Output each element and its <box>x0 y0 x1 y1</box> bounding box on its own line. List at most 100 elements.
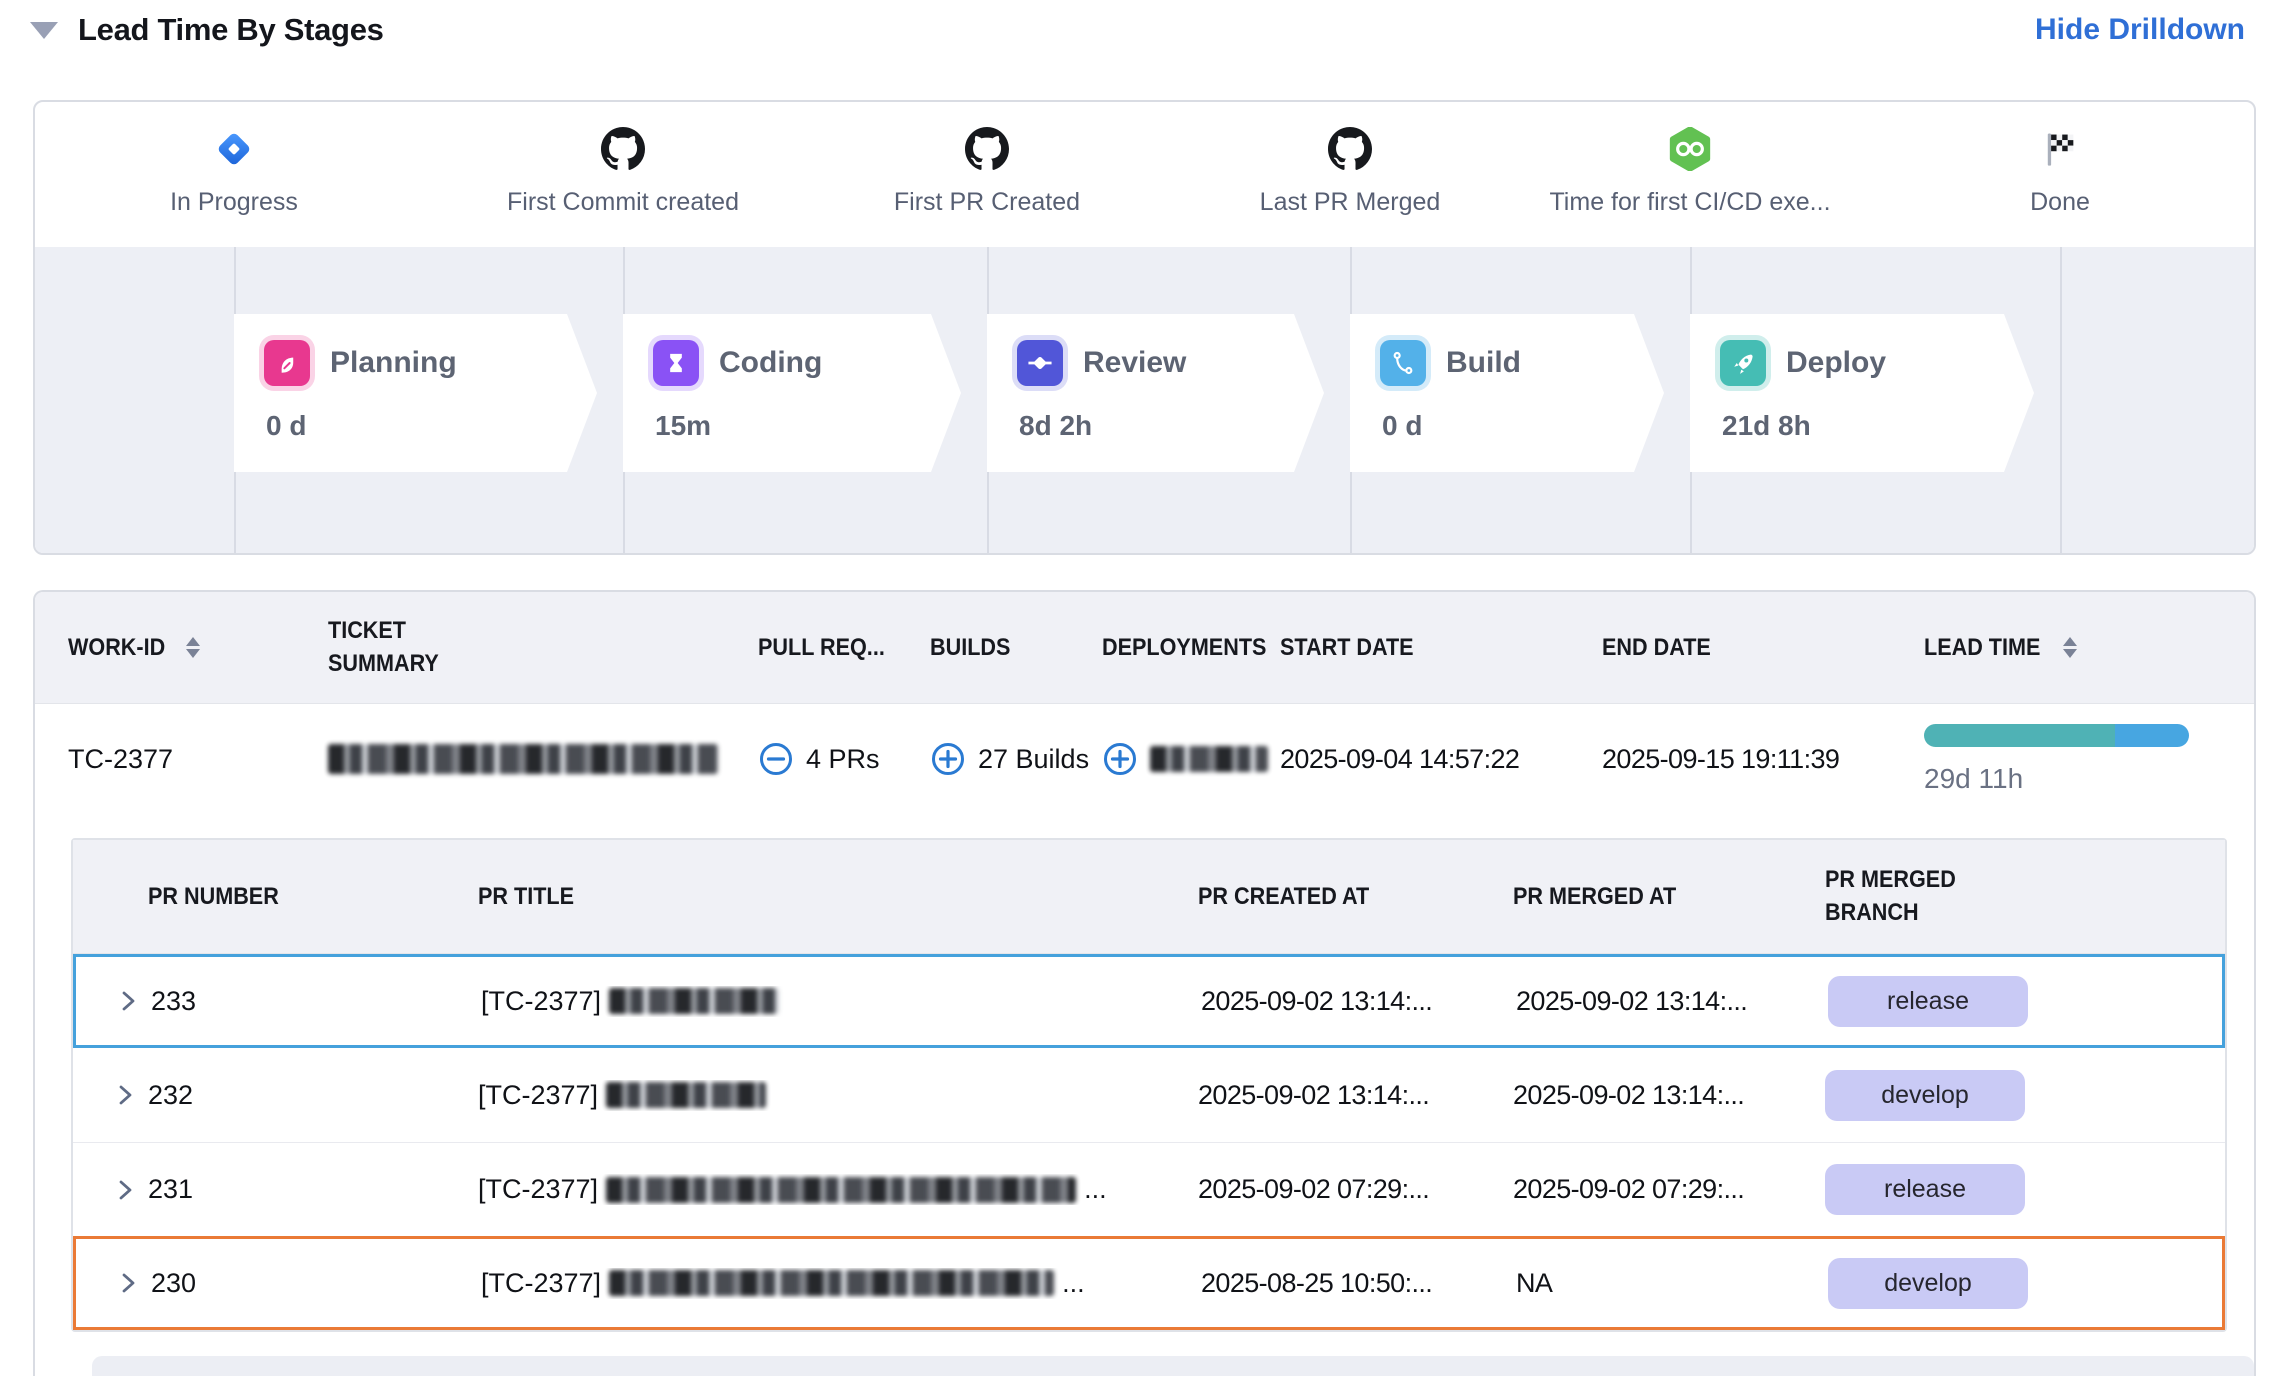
pr-merged-at: 2025-09-02 07:29:... <box>1513 1174 1825 1205</box>
col-start-date: START DATE <box>1280 634 1602 662</box>
build-icon <box>1380 340 1426 386</box>
builds-cell: 27 Builds <box>930 741 1102 777</box>
expand-pr-row-icon[interactable] <box>111 1176 139 1204</box>
expand-pr-row-icon[interactable] <box>114 1269 142 1297</box>
col-pr-number: PR NUMBER <box>148 883 478 911</box>
github-icon <box>600 126 646 172</box>
pr-number: 231 <box>148 1174 478 1205</box>
stage-duration: 8d 2h <box>987 410 1324 442</box>
lead-bar-blue-segment <box>2115 724 2189 747</box>
hide-drilldown-link[interactable]: Hide Drilldown <box>2035 13 2245 47</box>
milestone-done: Done <box>1880 126 2240 217</box>
lead-bar-teal-segment <box>1924 724 2115 747</box>
pr-row[interactable]: 233 [TC-2377] 2025-09-02 13:14:... 2025-… <box>73 954 2225 1048</box>
col-pr-created-at: PR CREATED AT <box>1198 883 1513 911</box>
pr-title: [TC-2377] ... <box>478 1174 1198 1205</box>
col-pr-merged-at: PR MERGED AT <box>1513 883 1825 911</box>
milestone-label: Done <box>2030 188 2090 217</box>
stage-duration: 0 d <box>1350 410 1664 442</box>
stage-card-deploy: Deploy 21d 8h <box>1690 314 2034 472</box>
redacted-pr-title <box>609 1270 1054 1296</box>
lead-time-drilldown-view: Lead Time By Stages Hide Drilldown In Pr… <box>0 0 2291 1376</box>
milestone-label: Last PR Merged <box>1260 188 1441 217</box>
sort-lead-time-icon[interactable] <box>2063 637 2077 658</box>
pr-created-at: 2025-08-25 10:50:... <box>1201 1268 1516 1299</box>
stage-card-build: Build 0 d <box>1350 314 1664 472</box>
milestone-label: First PR Created <box>894 188 1080 217</box>
branch-badge: release <box>1828 976 2028 1027</box>
expand-builds-icon[interactable] <box>930 741 966 777</box>
pr-row[interactable]: 231 [TC-2377] ... 2025-09-02 07:29:... 2… <box>73 1142 2225 1236</box>
col-ticket-summary: TICKET SUMMARY <box>328 615 758 680</box>
pr-row[interactable]: 230 [TC-2377] ... 2025-08-25 10:50:... N… <box>73 1236 2225 1330</box>
stage-name: Coding <box>719 346 822 380</box>
collapse-triangle-icon[interactable] <box>30 22 58 39</box>
stage-name: Review <box>1083 346 1186 380</box>
pr-count: 4 PRs <box>806 744 880 775</box>
end-date-cell: 2025-09-15 19:11:39 <box>1602 744 1924 775</box>
redacted-pr-title <box>606 1082 766 1108</box>
pull-requests-cell: 4 PRs <box>758 741 930 777</box>
planning-icon <box>264 340 310 386</box>
milestone-last-pr-merged: Last PR Merged <box>1170 126 1530 217</box>
pr-title: [TC-2377] <box>481 986 1201 1017</box>
pr-title: [TC-2377] ... <box>481 1268 1201 1299</box>
work-id-cell: TC-2377 <box>68 744 328 775</box>
stage-duration: 15m <box>623 410 961 442</box>
pr-number: 232 <box>148 1080 478 1111</box>
pr-drilldown-table: PR NUMBER PR TITLE PR CREATED AT PR MERG… <box>71 838 2227 1332</box>
stage-duration: 21d 8h <box>1690 410 2034 442</box>
work-item-row[interactable]: TC-2377 4 PRs 27 Builds <box>35 704 2254 814</box>
pr-created-at: 2025-09-02 07:29:... <box>1198 1174 1513 1205</box>
github-icon <box>964 126 1010 172</box>
col-pr-merged-branch: PR MERGED BRANCH <box>1825 864 2225 929</box>
milestone-label: In Progress <box>170 188 298 217</box>
stage-card-planning: Planning 0 d <box>234 314 597 472</box>
milestone-first-commit: First Commit created <box>443 126 803 217</box>
checkered-flag-icon <box>2037 126 2083 172</box>
cicd-icon <box>1667 126 1713 172</box>
branch-badge: develop <box>1828 1258 2028 1309</box>
coding-icon <box>653 340 699 386</box>
milestone-label: Time for first CI/CD exe... <box>1549 188 1830 217</box>
start-date-cell: 2025-09-04 14:57:22 <box>1280 744 1602 775</box>
stage-name: Planning <box>330 346 457 380</box>
expand-deployments-icon[interactable] <box>1102 741 1138 777</box>
redacted-ticket-summary <box>328 744 718 774</box>
pr-table-header: PR NUMBER PR TITLE PR CREATED AT PR MERG… <box>73 840 2225 954</box>
pr-merged-at: NA <box>1516 1268 1828 1299</box>
collapse-prs-icon[interactable] <box>758 741 794 777</box>
redacted-pr-title <box>606 1177 1076 1203</box>
stage-duration: 0 d <box>234 410 597 442</box>
page-title: Lead Time By Stages <box>78 12 384 48</box>
milestone-in-progress: In Progress <box>54 126 414 217</box>
expand-pr-row-icon[interactable] <box>114 987 142 1015</box>
branch-badge: release <box>1825 1164 2025 1215</box>
col-builds: BUILDS <box>930 634 1102 662</box>
lead-time-cell: 29d 11h <box>1924 724 2226 795</box>
col-work-id: WORK-ID <box>68 634 328 662</box>
deployments-cell <box>1102 741 1280 777</box>
stage-name: Build <box>1446 346 1521 380</box>
expand-pr-row-icon[interactable] <box>111 1081 139 1109</box>
pipeline-panel: In Progress First Commit created First P… <box>33 100 2256 555</box>
pr-row[interactable]: 232 [TC-2377] 2025-09-02 13:14:... 2025-… <box>73 1048 2225 1142</box>
stage-card-review: Review 8d 2h <box>987 314 1324 472</box>
pr-merged-at: 2025-09-02 13:14:... <box>1516 986 1828 1017</box>
redacted-pr-title <box>609 988 779 1014</box>
build-count: 27 Builds <box>978 744 1089 775</box>
lead-time-value: 29d 11h <box>1924 763 2226 795</box>
section-header: Lead Time By Stages Hide Drilldown <box>30 12 2245 48</box>
stage-name: Deploy <box>1786 346 1886 380</box>
col-end-date: END DATE <box>1602 634 1924 662</box>
ticket-summary-cell <box>328 744 758 774</box>
pr-number: 230 <box>151 1268 481 1299</box>
deploy-icon <box>1720 340 1766 386</box>
sort-work-id-icon[interactable] <box>186 637 200 658</box>
pr-created-at: 2025-09-02 13:14:... <box>1198 1080 1513 1111</box>
milestone-divider <box>2060 247 2062 553</box>
col-lead-time: LEAD TIME <box>1924 634 2226 662</box>
milestone-label: First Commit created <box>507 188 739 217</box>
work-item-table: WORK-ID TICKET SUMMARY PULL REQ... BUILD… <box>33 590 2256 1376</box>
stage-card-coding: Coding 15m <box>623 314 961 472</box>
